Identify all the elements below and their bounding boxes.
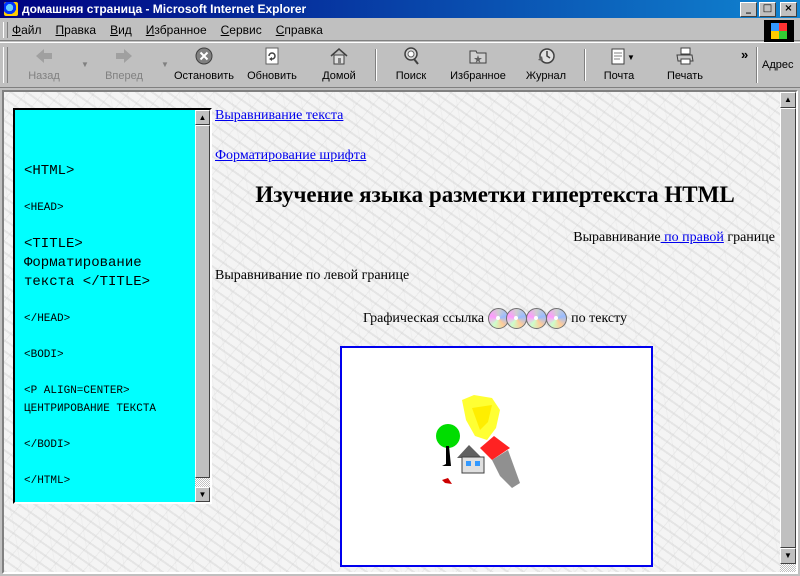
link-right-border[interactable]: по правой [661,230,724,245]
code-line: <BODI> [24,349,64,361]
print-button[interactable]: Печать [662,45,708,85]
right-prefix: Выравнивание [573,230,661,245]
toolbar-overflow-chevron-icon[interactable]: » [741,47,748,62]
search-button[interactable]: Поиск [388,45,434,85]
right-suffix: границе [723,230,775,245]
mail-label: Почта [603,70,635,82]
minimize-button[interactable]: _ [740,2,757,17]
refresh-label: Обновить [247,70,297,82]
code-line: </HEAD> [24,313,71,325]
code-listing: <HTML> <HEAD> <TITLE> Форматирование тек… [24,162,194,490]
home-label: Домой [322,70,356,82]
favorites-button[interactable]: Избранное [446,45,510,85]
scroll-down-button[interactable]: ▼ [780,548,796,564]
scroll-up-button[interactable]: ▲ [195,110,210,125]
graphic-link-line: Графическая ссылка по тексту [215,306,775,329]
main-content: Выравнивание текста Форматирование шрифт… [215,92,775,572]
back-label: Назад [28,70,60,82]
cd-disc-icon [545,308,567,329]
maximize-button[interactable]: □ [759,2,776,17]
menu-edit[interactable]: Правка [56,23,97,37]
menu-view[interactable]: Вид [110,23,132,37]
link-font-formatting[interactable]: Форматирование шрифта [215,148,366,164]
cd-graphic-link[interactable] [487,306,568,329]
window-title: домашняя страница - Microsoft Internet E… [22,2,307,16]
history-button[interactable]: Журнал [522,45,570,85]
stop-icon [195,47,213,65]
history-icon [538,48,555,64]
forward-label: Вперед [105,70,143,82]
history-label: Журнал [525,70,567,82]
mail-dropdown-icon[interactable]: ▼ [627,53,635,62]
ie-icon [4,2,18,16]
toolbar-separator [584,49,586,81]
code-line: <TITLE> Форматирование текста </TITLE> [24,236,151,290]
back-arrow-icon [36,49,52,63]
toolbar-grip[interactable] [3,47,8,83]
close-button[interactable]: × [780,2,797,17]
code-line: </HTML> [24,475,71,487]
address-bar-label[interactable]: Адрес [762,59,794,71]
menu-tools[interactable]: Сервис [221,23,262,37]
menu-grip[interactable] [3,22,8,38]
print-label: Печать [666,70,704,82]
back-dropdown-icon[interactable]: ▼ [81,60,89,69]
favorites-label: Избранное [450,70,506,82]
house-image-link[interactable] [340,346,653,567]
scroll-down-button[interactable]: ▼ [195,487,210,502]
menu-file[interactable]: Файл [12,23,42,37]
standard-toolbar: Назад ▼ Вперед ▼ Остановить Обновить Дом… [0,42,800,88]
search-icon [404,47,419,65]
link-text-alignment[interactable]: Выравнивание текста [215,108,343,124]
house-illustration [436,395,520,488]
code-frame: <HTML> <HEAD> <TITLE> Форматирование тек… [13,108,212,504]
stop-label: Остановить [173,70,235,82]
windows-logo-throbber [764,20,794,42]
menu-bar: Файл Правка Вид Избранное Сервис Справка [0,19,800,42]
scroll-up-button[interactable]: ▲ [780,92,796,108]
left-aligned-text: Выравнивание по левой границе [215,268,410,283]
code-line: <HEAD> [24,202,64,214]
forward-button[interactable]: Вперед [93,45,155,85]
code-line: <P ALIGN=CENTER> ЦЕНТРИРОВАНИЕ ТЕКСТА [24,385,157,415]
home-button[interactable]: Домой [316,45,362,85]
forward-dropdown-icon[interactable]: ▼ [161,60,169,69]
cd-disc-icon [505,308,527,329]
forward-arrow-icon [116,49,132,63]
stop-button[interactable]: Остановить [172,45,236,85]
search-label: Поиск [395,70,427,82]
back-button[interactable]: Назад [14,45,74,85]
center-suffix: по тексту [567,311,628,326]
code-line: <HTML> [24,163,75,179]
favorites-folder-icon [469,50,487,64]
toolbar-separator [375,49,377,81]
printer-icon [676,47,694,65]
window-controls: _ □ × [740,2,797,17]
cd-disc-icon [525,308,547,329]
title-bar: домашняя страница - Microsoft Internet E… [0,0,800,18]
frame-scrollbar[interactable]: ▲ ▼ [195,110,210,502]
refresh-icon [265,47,279,65]
center-prefix: Графическая ссылка [362,311,488,326]
page-viewport: <HTML> <HEAD> <TITLE> Форматирование тек… [2,90,798,574]
toolbar-separator [756,47,758,83]
menu-help[interactable]: Справка [276,23,323,37]
page-heading: Изучение языка разметки гипертекста HTML [255,182,735,207]
home-icon [330,48,348,65]
code-line: </BODI> [24,439,71,451]
right-aligned-text: Выравнивание по правой границе [573,230,775,246]
scroll-thumb[interactable] [195,125,210,478]
mail-button[interactable]: Почта [597,45,641,85]
mail-icon [611,48,625,65]
refresh-button[interactable]: Обновить [244,45,300,85]
page-scrollbar[interactable]: ▲ ▼ [780,92,796,572]
windows-logo-icon [771,23,787,39]
scroll-thumb[interactable] [780,108,796,548]
menu-favorites[interactable]: Избранное [146,23,207,37]
